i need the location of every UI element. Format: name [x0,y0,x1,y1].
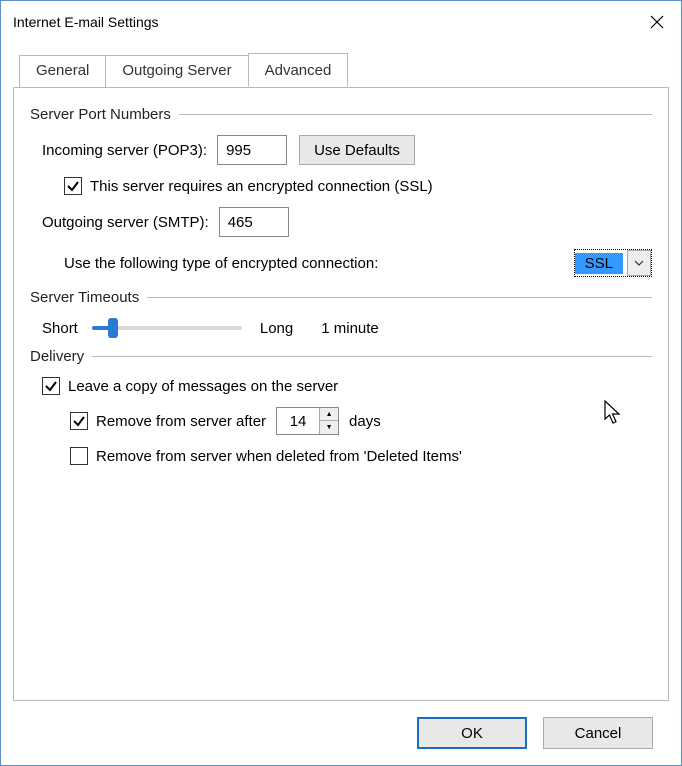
tab-outgoing-server[interactable]: Outgoing Server [105,55,248,89]
tab-strip: General Outgoing Server Advanced [19,53,669,87]
encryption-type-select[interactable]: SSL [574,249,652,277]
remove-after-checkbox[interactable] [70,412,88,430]
outgoing-server-label: Outgoing server (SMTP): [42,214,209,231]
group-delivery: Delivery [30,348,652,365]
chevron-down-icon [627,250,651,276]
outgoing-port-input[interactable] [219,207,289,237]
remove-after-days-input[interactable] [277,408,319,434]
group-label: Server Timeouts [30,289,139,306]
dialog-footer: OK Cancel [13,701,669,765]
timeout-short-label: Short [42,320,78,337]
group-server-timeouts: Server Timeouts [30,289,652,306]
tab-general[interactable]: General [19,55,106,89]
group-divider [147,297,652,298]
ssl-checkbox-label: This server requires an encrypted connec… [90,178,433,195]
close-button[interactable] [633,1,681,43]
tab-advanced[interactable]: Advanced [248,53,349,87]
encryption-type-value: SSL [575,253,623,274]
checkmark-icon [44,379,58,393]
remove-after-days-spinner[interactable]: ▲ ▼ [276,407,339,435]
remove-deleted-label: Remove from server when deleted from 'De… [96,448,462,465]
content-area: General Outgoing Server Advanced Server … [1,43,681,765]
incoming-server-label: Incoming server (POP3): [42,142,207,159]
close-icon [650,15,664,29]
ok-button[interactable]: OK [417,717,527,749]
timeout-duration: 1 minute [321,320,379,337]
group-server-port-numbers: Server Port Numbers [30,106,652,123]
ssl-checkbox[interactable] [64,177,82,195]
slider-thumb[interactable] [108,318,118,338]
group-divider [92,356,652,357]
dialog-window: Internet E-mail Settings General Outgoin… [0,0,682,766]
checkmark-icon [72,414,86,428]
cancel-button[interactable]: Cancel [543,717,653,749]
leave-copy-label: Leave a copy of messages on the server [68,378,338,395]
tab-panel-advanced: Server Port Numbers Incoming server (POP… [13,87,669,701]
remove-deleted-checkbox[interactable] [70,447,88,465]
incoming-port-input[interactable] [217,135,287,165]
group-divider [179,114,652,115]
group-label: Delivery [30,348,84,365]
encryption-type-label: Use the following type of encrypted conn… [64,255,378,272]
use-defaults-button[interactable]: Use Defaults [299,135,415,165]
days-label: days [349,413,381,430]
titlebar: Internet E-mail Settings [1,1,681,43]
timeout-long-label: Long [260,320,293,337]
window-title: Internet E-mail Settings [13,14,159,30]
remove-after-label: Remove from server after [96,413,266,430]
timeout-slider[interactable] [92,318,242,338]
leave-copy-checkbox[interactable] [42,377,60,395]
checkmark-icon [66,179,80,193]
group-label: Server Port Numbers [30,106,171,123]
spinner-up-button[interactable]: ▲ [320,408,338,421]
spinner-down-button[interactable]: ▼ [320,421,338,434]
